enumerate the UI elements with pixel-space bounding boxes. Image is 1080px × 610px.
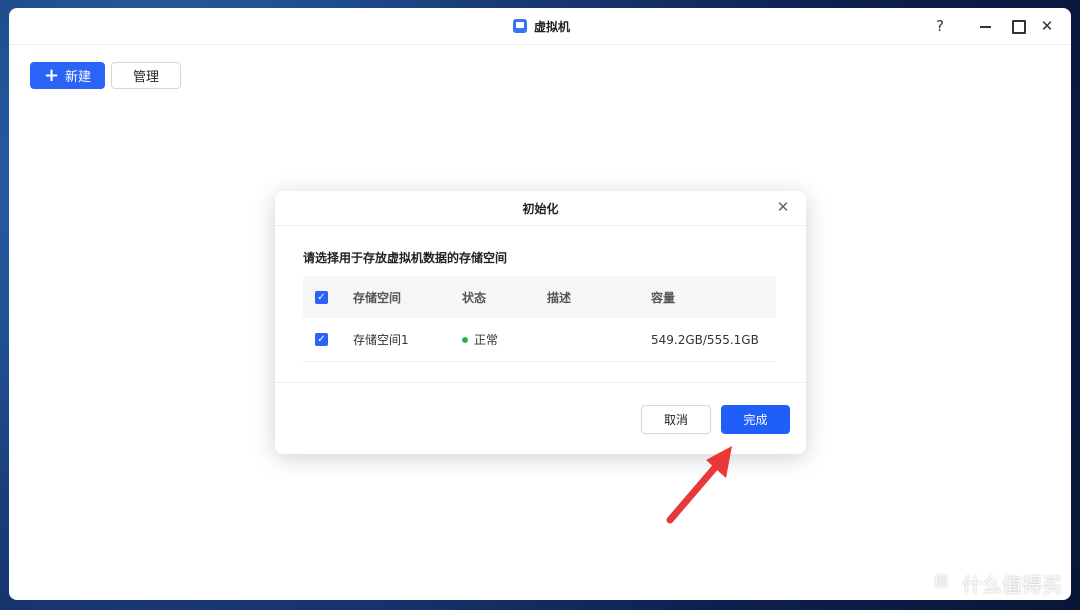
header-status: 状态 [462,290,487,305]
minimize-button[interactable] [975,16,995,36]
done-button[interactable]: 完成 [721,405,790,434]
new-button-label: 新建 [65,70,92,85]
row-checkbox[interactable]: ✓ [315,333,328,346]
dialog-divider [275,382,806,383]
manage-button[interactable]: 管理 [111,62,181,89]
dialog-close-icon[interactable]: ✕ [776,200,790,215]
header-desc: 描述 [547,290,572,305]
storage-name: 存储空间1 [353,333,409,347]
storage-status: 正常 [462,318,498,361]
window-title: 虚拟机 [513,17,570,35]
new-button[interactable]: + 新建 [30,62,105,89]
watermark-text: 什么值得买 [962,572,1062,597]
window-title-text: 虚拟机 [534,19,571,34]
watermark-logo-icon: 值 [926,568,956,598]
initialize-dialog: 初始化 ✕ 请选择用于存放虚拟机数据的存储空间 ✓ 存储空间 状态 描述 容量 … [275,191,806,454]
status-ok-icon [462,336,468,343]
cancel-button[interactable]: 取消 [641,405,711,434]
close-window-button[interactable]: ✕ [1037,16,1057,36]
storage-capacity: 549.2GB/555.1GB [651,332,759,347]
table-header-row: ✓ 存储空间 状态 描述 容量 [303,276,776,318]
header-capacity: 容量 [651,290,676,305]
watermark: 值 什么值得买 [926,568,1062,598]
storage-status-text: 正常 [474,333,499,347]
select-all-checkbox[interactable]: ✓ [315,290,328,304]
dialog-prompt: 请选择用于存放虚拟机数据的存储空间 [303,251,508,265]
dialog-header: 初始化 ✕ [275,191,806,226]
maximize-button[interactable] [1008,16,1028,36]
header-name: 存储空间 [353,290,402,305]
storage-table: ✓ 存储空间 状态 描述 容量 ✓ 存储空间1 正常 549.2GB/555.1… [303,276,776,362]
red-arrow-annotation [666,446,732,524]
dialog-title: 初始化 [522,202,559,216]
table-row[interactable]: ✓ 存储空间1 正常 549.2GB/555.1GB [303,318,776,362]
help-button[interactable]: ? [930,16,950,36]
plus-icon: + [43,64,60,86]
title-bar: 虚拟机 ? ✕ [9,8,1071,45]
virtual-machine-icon [513,19,527,33]
